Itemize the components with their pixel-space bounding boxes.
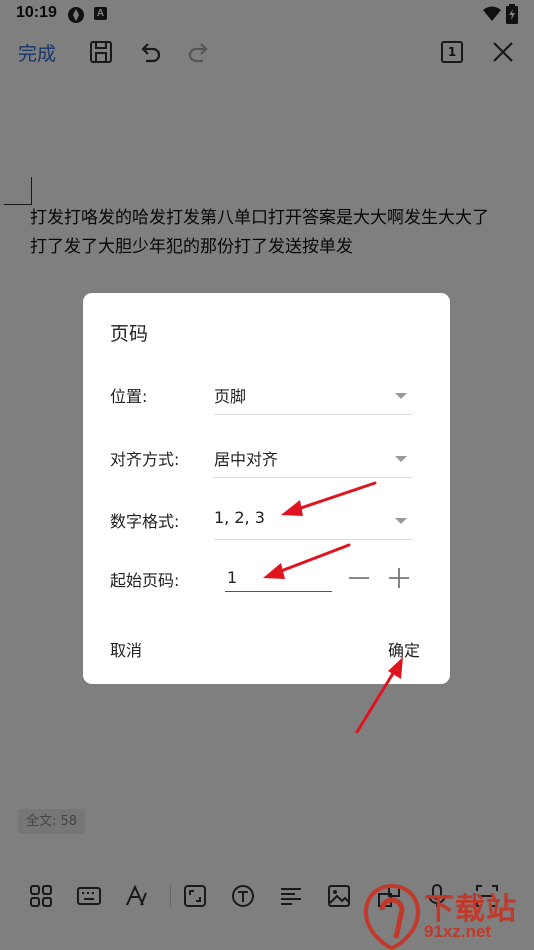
- alignment-value: 居中对齐: [214, 450, 279, 469]
- dropdown-arrow-icon: [395, 518, 407, 524]
- number-format-select[interactable]: 1, 2, 3: [214, 508, 412, 540]
- dropdown-arrow-icon: [395, 393, 407, 399]
- position-value: 页脚: [214, 387, 247, 406]
- start-page-label: 起始页码:: [110, 571, 180, 590]
- position-label: 位置:: [110, 387, 148, 406]
- dialog-title: 页码: [110, 323, 149, 345]
- position-select[interactable]: 页脚: [214, 383, 412, 415]
- number-format-value: 1, 2, 3: [214, 508, 265, 527]
- dropdown-arrow-icon: [395, 456, 407, 462]
- plus-icon[interactable]: [387, 566, 411, 590]
- watermark-url: 91xz.net: [424, 922, 492, 941]
- watermark-logo-icon: [363, 883, 421, 950]
- confirm-button[interactable]: 确定: [388, 637, 420, 661]
- cancel-button[interactable]: 取消: [110, 637, 142, 661]
- number-format-label: 数字格式:: [110, 512, 180, 531]
- minus-icon[interactable]: [347, 566, 371, 590]
- watermark: 下载站 91xz.net: [362, 880, 534, 950]
- alignment-label: 对齐方式:: [110, 450, 180, 469]
- alignment-select[interactable]: 居中对齐: [214, 446, 412, 478]
- start-page-input[interactable]: 1: [225, 565, 332, 592]
- page-number-dialog: 页码 位置: 页脚 对齐方式: 居中对齐 数字格式: 1, 2, 3 起始页码:…: [83, 293, 450, 684]
